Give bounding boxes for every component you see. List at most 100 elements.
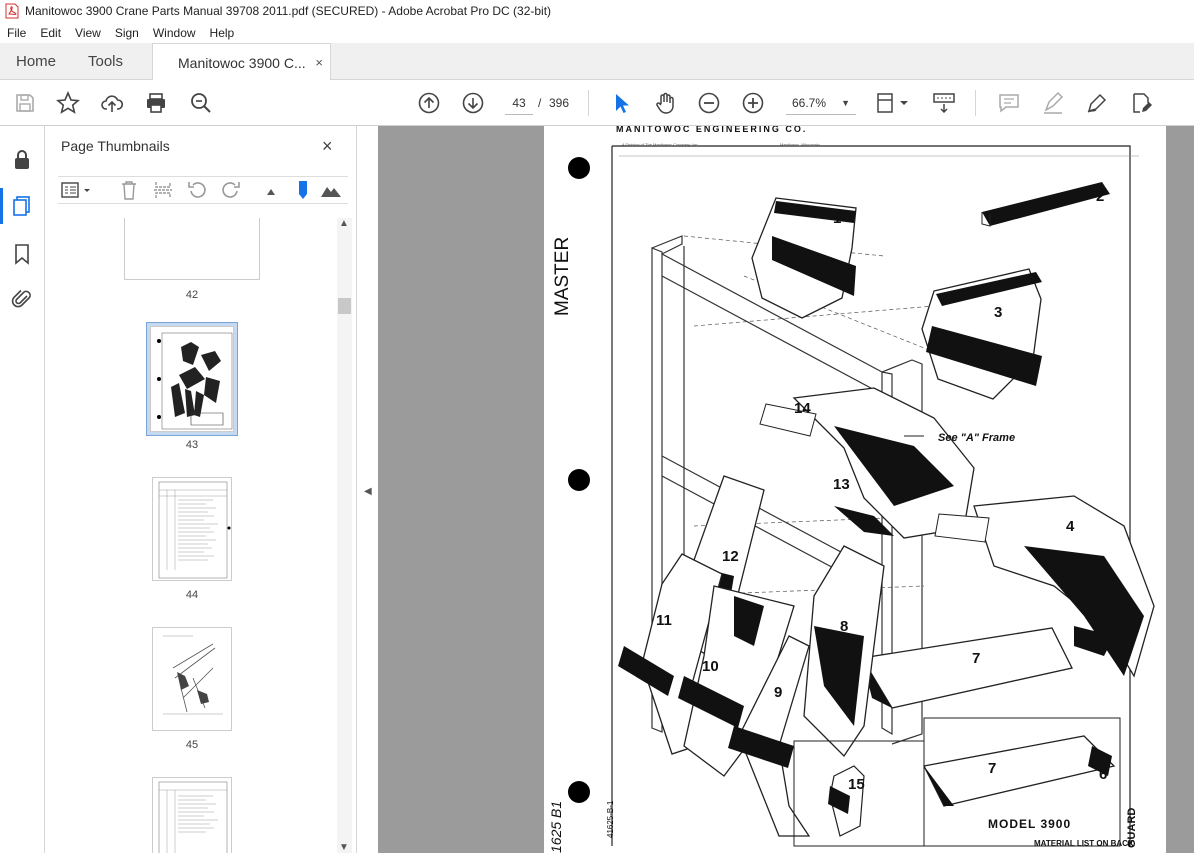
- lock-icon[interactable]: [10, 148, 34, 172]
- tab-bar: Home Tools Manitowoc 3900 C... ×: [0, 43, 1194, 81]
- zoom-level-value: 66.7%: [792, 96, 827, 110]
- toolbar-divider: [975, 90, 976, 116]
- thumbnail-drawing: [158, 481, 231, 579]
- page-header: MANITOWOC ENGINEERING CO.: [616, 126, 808, 134]
- main-toolbar: 43 / 396 66.7% ▼: [0, 80, 1194, 126]
- page-subheader-left: A Division of The Manitowoc Company, Inc…: [622, 142, 699, 147]
- model-label: MODEL 3900: [988, 817, 1072, 831]
- thumbnail-drawing: [158, 781, 228, 853]
- guard-label: GUARD: [1126, 807, 1138, 848]
- menu-bar: File Edit View Sign Window Help: [0, 22, 1194, 43]
- menu-help[interactable]: Help: [203, 26, 242, 40]
- bookmark-star-icon[interactable]: [56, 90, 80, 115]
- scrollbar-thumb[interactable]: [338, 298, 351, 314]
- thumbnail-drawing: [157, 332, 233, 430]
- part-number-7: 7: [972, 650, 981, 667]
- panel-close-icon[interactable]: ×: [322, 136, 333, 157]
- menu-edit[interactable]: Edit: [33, 26, 68, 40]
- part-number-10: 10: [702, 658, 719, 675]
- chevron-down-icon: ▼: [841, 98, 850, 108]
- save-icon[interactable]: [13, 91, 37, 115]
- handwritten-number: 1625 B1: [548, 800, 564, 853]
- part-number-2: 2: [1096, 188, 1105, 205]
- window-title: Manitowoc 3900 Crane Parts Manual 39708 …: [25, 4, 552, 18]
- acrobat-icon: [5, 3, 19, 19]
- attachment-icon[interactable]: [10, 287, 34, 311]
- tab-close-icon[interactable]: ×: [315, 55, 323, 70]
- thumbnail-list: 42 43 44 45: [58, 218, 336, 853]
- tab-tools[interactable]: Tools: [88, 43, 123, 80]
- part-number-3: 3: [994, 304, 1003, 321]
- thumbnail-page-43[interactable]: [150, 326, 234, 432]
- scroll-up-icon[interactable]: ▲: [339, 218, 349, 229]
- menu-file[interactable]: File: [0, 26, 33, 40]
- page-total: 396: [549, 96, 570, 110]
- thumbnail-label: 43: [185, 439, 199, 451]
- thumbnail-scrollbar[interactable]: ▲ ▼: [337, 218, 352, 853]
- thumbnail-page-42[interactable]: [124, 218, 260, 280]
- rotate-ccw-icon[interactable]: [186, 179, 208, 201]
- document-view[interactable]: MANITOWOC ENGINEERING CO. A Division of …: [378, 126, 1194, 853]
- part-number-1: 1: [833, 210, 842, 227]
- part-number-13: 13: [833, 476, 850, 493]
- part-number-5: 5: [1116, 640, 1125, 657]
- zoom-in-icon[interactable]: [741, 91, 765, 115]
- page-thumbnails-icon[interactable]: [0, 188, 34, 224]
- collapse-panel-icon[interactable]: ◀: [364, 486, 372, 497]
- extract-page-icon[interactable]: [152, 179, 174, 201]
- delete-page-icon[interactable]: [118, 179, 140, 201]
- pdf-page: MANITOWOC ENGINEERING CO. A Division of …: [544, 126, 1166, 853]
- panel-toolbar: [58, 176, 348, 204]
- page-thumbnails-panel: Page Thumbnails × 42 43 44 45 ▲ ▼: [46, 126, 356, 853]
- bookmark-icon[interactable]: [10, 242, 34, 266]
- menu-sign[interactable]: Sign: [108, 26, 146, 40]
- thumbnail-page-45[interactable]: [152, 627, 232, 731]
- page-number-input[interactable]: 43: [505, 91, 533, 115]
- thumbnail-label: 45: [185, 739, 199, 751]
- scroll-down-icon[interactable]: ▼: [339, 842, 349, 853]
- hand-tool-icon[interactable]: [653, 91, 677, 115]
- small-thumbnails-icon[interactable]: [262, 179, 284, 201]
- panel-splitter[interactable]: ◀: [356, 126, 378, 853]
- tab-document-label: Manitowoc 3900 C...: [178, 54, 306, 71]
- next-page-icon[interactable]: [461, 91, 485, 115]
- highlight-pen-icon[interactable]: [1041, 91, 1065, 115]
- sign-pen-icon[interactable]: [1085, 91, 1109, 115]
- tab-document[interactable]: Manitowoc 3900 C... ×: [152, 43, 331, 81]
- edit-form-icon[interactable]: [1129, 91, 1153, 115]
- page-separator: /: [538, 96, 542, 110]
- part-number-9: 9: [774, 684, 783, 701]
- thumbnail-size-slider-icon[interactable]: [292, 179, 314, 201]
- comment-icon[interactable]: [997, 91, 1021, 115]
- left-rail: [0, 126, 45, 853]
- thumbnail-options-icon[interactable]: [60, 179, 94, 201]
- thumbnail-label: 42: [185, 289, 199, 301]
- page-fit-icon[interactable]: [876, 91, 912, 115]
- large-thumbnails-icon[interactable]: [320, 179, 342, 201]
- select-cursor-icon[interactable]: [609, 91, 633, 115]
- menu-view[interactable]: View: [68, 26, 108, 40]
- zoom-level-select[interactable]: 66.7% ▼: [786, 91, 856, 115]
- part-number-8: 8: [840, 618, 849, 635]
- thumbnail-page-44[interactable]: [152, 477, 232, 581]
- panel-title: Page Thumbnails: [61, 138, 170, 154]
- part-number-11: 11: [656, 612, 672, 629]
- upload-cloud-icon[interactable]: [100, 91, 124, 115]
- thumbnail-drawing: [163, 635, 223, 715]
- thumbnail-page-46[interactable]: [152, 777, 232, 853]
- material-list-footer: MATERIAL LIST ON BACK: [1034, 839, 1134, 848]
- previous-page-icon[interactable]: [417, 91, 441, 115]
- part-number-14: 14: [794, 400, 811, 417]
- tab-home[interactable]: Home: [16, 43, 56, 80]
- menu-window[interactable]: Window: [146, 26, 203, 40]
- title-bar: Manitowoc 3900 Crane Parts Manual 39708 …: [0, 0, 1194, 22]
- thumbnail-label: 44: [185, 589, 199, 601]
- master-label: MASTER: [552, 236, 573, 316]
- scroll-mode-icon[interactable]: [932, 91, 956, 115]
- zoom-search-icon[interactable]: [189, 91, 213, 115]
- rotate-cw-icon[interactable]: [220, 179, 242, 201]
- print-icon[interactable]: [144, 91, 168, 115]
- part-number-15: 15: [848, 776, 865, 793]
- toolbar-divider: [588, 90, 589, 116]
- zoom-out-icon[interactable]: [697, 91, 721, 115]
